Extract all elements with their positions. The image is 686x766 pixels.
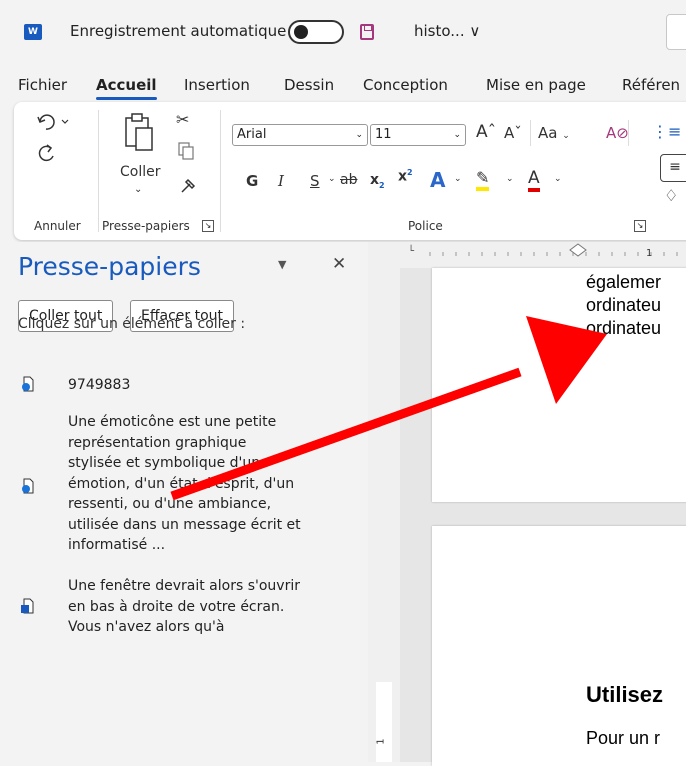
annotation-arrow-icon xyxy=(170,316,607,501)
